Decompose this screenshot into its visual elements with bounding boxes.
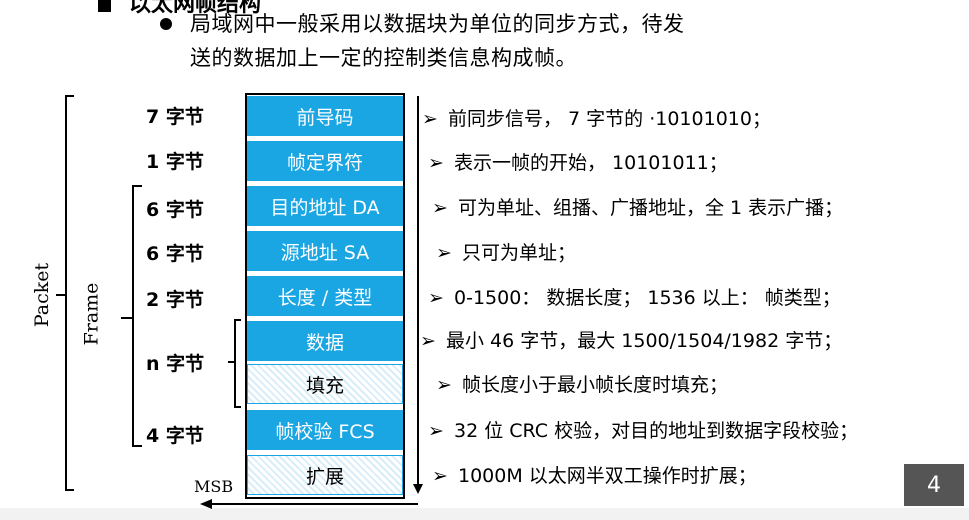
desc-item: ➢ 前同步信号， 7 字节的 ·10101010； [422,104,771,131]
desc-item: ➢ 只可为单址； [436,238,576,265]
desc-text: 0-1500： 数据长度； 1536 以上： 帧类型； [454,287,841,309]
desc-item: ➢ 可为单址、组播、广播地址，全 1 表示广播； [432,193,843,220]
desc-text: 最小 46 字节，最大 1500/1504/1982 字节； [446,330,843,352]
arrow-bullet-icon: ➢ [432,465,448,487]
field-padding: 填充 [247,364,403,404]
arrow-bullet-icon: ➢ [422,108,438,130]
field-fcs: 帧校验 FCS [247,410,403,450]
desc-text: 前同步信号， 7 字节的 ·10101010； [448,108,771,130]
field-extension: 扩展 [247,455,403,495]
desc-text: 1000M 以太网半双工操作时扩展； [458,465,757,487]
packet-label: Packet [31,262,54,328]
bytes-label: 6 字节 [146,243,204,265]
bytes-label: 2 字节 [146,289,204,311]
desc-text: 帧长度小于最小帧长度时填充； [462,374,729,396]
field-source-address: 源地址 SA [247,231,403,271]
arrow-bullet-icon: ➢ [436,242,452,264]
desc-item: ➢ 32 位 CRC 校验，对目的地址到数据字段校验； [428,416,858,443]
bytes-label: n 字节 [146,353,205,375]
desc-item: ➢ 0-1500： 数据长度； 1536 以上： 帧类型； [428,283,841,310]
arrow-bullet-icon: ➢ [420,330,436,352]
page-number-badge: 4 [904,464,964,506]
field-length-type: 长度 / 类型 [247,276,403,316]
frame-label: Frame [80,282,103,346]
field-destination-address: 目的地址 DA [247,186,403,226]
bytes-label: 1 字节 [146,151,204,173]
arrow-bullet-icon: ➢ [436,374,452,396]
desc-item: ➢ 表示一帧的开始， 10101011； [428,148,728,175]
bytes-label: 4 字节 [146,425,204,447]
desc-text: 可为单址、组播、广播地址，全 1 表示广播； [458,197,844,219]
msb-label: MSB [194,477,234,496]
desc-text: 32 位 CRC 校验，对目的地址到数据字段校验； [454,420,859,442]
desc-text: 表示一帧的开始， 10101011； [454,152,728,174]
desc-text: 只可为单址； [462,242,577,264]
arrow-bullet-icon: ➢ [428,152,444,174]
desc-item: ➢ 帧长度小于最小帧长度时填充； [436,370,728,397]
bytes-label: 6 字节 [146,199,204,221]
bytes-label: 7 字节 [146,106,204,128]
field-preamble: 前导码 [247,96,403,136]
arrow-bullet-icon: ➢ [428,420,444,442]
desc-item: ➢ 最小 46 字节，最大 1500/1504/1982 字节； [420,326,842,353]
arrow-bullet-icon: ➢ [432,197,448,219]
desc-item: ➢ 1000M 以太网半双工操作时扩展； [432,461,757,488]
field-sfd: 帧定界符 [247,141,403,181]
arrow-bullet-icon: ➢ [428,287,444,309]
field-data: 数据 [247,321,403,361]
